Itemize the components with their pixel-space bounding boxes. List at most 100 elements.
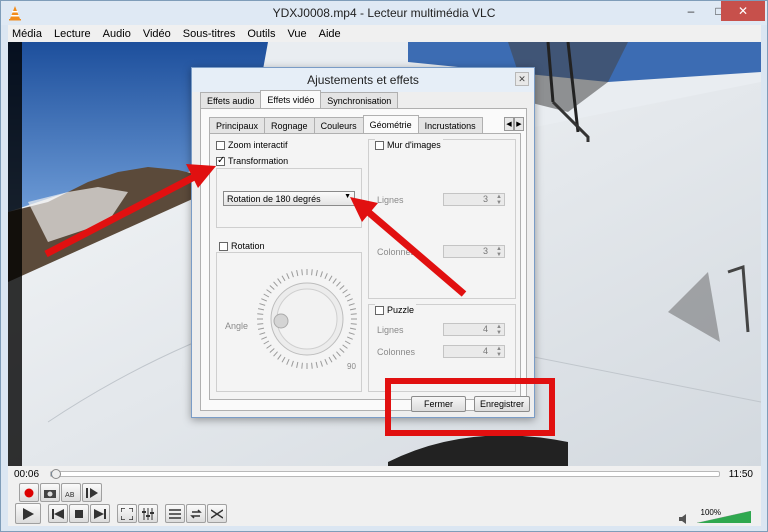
menu-lecture[interactable]: Lecture: [54, 28, 91, 40]
tab-audio-effects[interactable]: Effets audio: [200, 92, 262, 108]
spin-arrows-icon: ▲ ▼: [496, 346, 502, 358]
previous-button[interactable]: [48, 504, 68, 523]
seek-handle[interactable]: [51, 469, 62, 479]
speaker-icon[interactable]: [679, 514, 691, 524]
loop-icon: [190, 508, 202, 519]
wall-checkbox[interactable]: [375, 140, 384, 150]
fullscreen-button[interactable]: [117, 504, 137, 523]
puzzle-cols-spinbox[interactable]: 4 ▲ ▼: [443, 345, 505, 358]
dial-tick: [311, 269, 313, 276]
shuffle-button[interactable]: [207, 504, 227, 523]
menu-subtitles[interactable]: Sous-titres: [183, 28, 236, 40]
close-button[interactable]: ✕: [721, 1, 765, 21]
subtab-rognage[interactable]: Rognage: [264, 117, 315, 133]
frame-step-button[interactable]: [82, 483, 102, 502]
dial-tick: [311, 362, 313, 369]
frame-step-icon: [86, 487, 98, 498]
dial-tick: [296, 269, 299, 277]
transform-label: Transformation: [228, 156, 289, 167]
shuffle-icon: [211, 508, 223, 519]
cols-label: Colonnes: [377, 247, 416, 257]
dial-tick: [320, 360, 323, 367]
loop-ab-icon: AB: [65, 491, 75, 499]
spin-arrows-icon: ▲ ▼: [496, 324, 502, 336]
extended-settings-button[interactable]: [138, 504, 158, 523]
zoom-checkbox-row[interactable]: Zoom interactif: [216, 139, 288, 151]
record-icon: [24, 488, 34, 497]
seek-bar[interactable]: [50, 469, 720, 479]
cols-spinbox[interactable]: 3 ▲ ▼: [443, 245, 505, 258]
record-button[interactable]: [19, 483, 39, 502]
puzzle-rows-label: Lignes: [377, 325, 404, 335]
rotation-checkbox-row[interactable]: Rotation: [219, 240, 265, 252]
dial-tick: [336, 351, 341, 357]
dial-tick: [315, 361, 318, 369]
subtab-principaux[interactable]: Principaux: [209, 117, 266, 133]
dialog-title: Ajustements et effets: [307, 73, 419, 87]
dial-tick: [346, 336, 353, 340]
loop-ab-button[interactable]: AB: [61, 483, 81, 502]
puzzle-rows-spinbox[interactable]: 4 ▲ ▼: [443, 323, 505, 336]
tab-synchronization[interactable]: Synchronisation: [320, 92, 399, 108]
play-button[interactable]: [15, 503, 41, 524]
dial-tick: [257, 308, 265, 311]
angle-label: Angle: [225, 321, 249, 331]
playlist-icon: [169, 508, 181, 519]
snapshot-button[interactable]: [40, 483, 60, 502]
stop-button[interactable]: [69, 504, 89, 523]
dial-tick: [263, 293, 270, 298]
puzzle-checkbox[interactable]: [375, 305, 384, 315]
dial-tick: [332, 278, 337, 284]
dial-knob[interactable]: [273, 313, 289, 329]
dialog-close-button[interactable]: ✕: [515, 72, 529, 86]
playlist-button[interactable]: [165, 504, 185, 523]
dial-tick: [348, 303, 355, 306]
stop-icon: [75, 509, 83, 518]
puzzle-checkbox-row[interactable]: Puzzle: [375, 304, 417, 316]
dial-tick: [328, 356, 333, 363]
dial-tick: [349, 327, 357, 330]
minimize-button[interactable]: –: [677, 1, 705, 21]
dial-tick: [286, 358, 290, 365]
save-button[interactable]: Enregistrer: [474, 396, 530, 412]
tab-video-effects[interactable]: Effets vidéo: [260, 90, 322, 108]
rotation-checkbox[interactable]: [219, 241, 228, 251]
subtab-incrustations[interactable]: Incrustations: [417, 117, 483, 133]
rows-spinbox[interactable]: 3 ▲ ▼: [443, 193, 505, 206]
rotation-label: Rotation: [231, 241, 265, 252]
zoom-checkbox[interactable]: [216, 140, 225, 150]
menu-view[interactable]: Vue: [287, 28, 306, 40]
angle-dial[interactable]: [255, 267, 359, 371]
dial-tick: [281, 356, 286, 363]
scroll-right-button[interactable]: ▶: [514, 117, 524, 131]
rotation-group: Angle 90: [216, 252, 362, 392]
next-button[interactable]: [90, 504, 110, 523]
dial-tick: [296, 361, 299, 369]
dial-tick: [266, 289, 272, 294]
transform-group: Rotation de 180 degrés ▼: [216, 168, 362, 228]
transform-checkbox[interactable]: [216, 155, 225, 166]
dialog-title-bar[interactable]: Ajustements et effets ✕: [192, 68, 534, 92]
menu-tools[interactable]: Outils: [247, 28, 275, 40]
volume-slider[interactable]: [697, 511, 751, 523]
cols-value: 3: [482, 246, 488, 256]
dial-tick: [350, 323, 357, 325]
dial-tick: [291, 360, 294, 367]
adjustments-dialog: Ajustements et effets ✕ Effets audio Eff…: [191, 67, 535, 418]
wall-checkbox-row[interactable]: Mur d'images: [375, 139, 443, 151]
dialog-close-text-button[interactable]: Fermer: [411, 396, 466, 412]
spin-arrows-icon: ▲ ▼: [496, 246, 502, 258]
subtab-geometrie[interactable]: Géométrie: [362, 115, 419, 133]
transform-checkbox-row[interactable]: Transformation: [216, 155, 288, 167]
scroll-left-button[interactable]: ◀: [504, 117, 514, 131]
loop-button[interactable]: [186, 504, 206, 523]
transform-select[interactable]: Rotation de 180 degrés ▼: [223, 191, 355, 206]
dropdown-arrow-icon: ▼: [344, 193, 351, 200]
menu-audio[interactable]: Audio: [103, 28, 131, 40]
geometry-panel: Zoom interactif Transformation Rotation …: [209, 133, 521, 400]
title-bar[interactable]: YDXJ0008.mp4 - Lecteur multimédia VLC – …: [1, 1, 767, 25]
menu-media[interactable]: Média: [12, 28, 42, 40]
subtab-couleurs[interactable]: Couleurs: [313, 117, 364, 133]
menu-video[interactable]: Vidéo: [143, 28, 171, 40]
menu-help[interactable]: Aide: [319, 28, 341, 40]
